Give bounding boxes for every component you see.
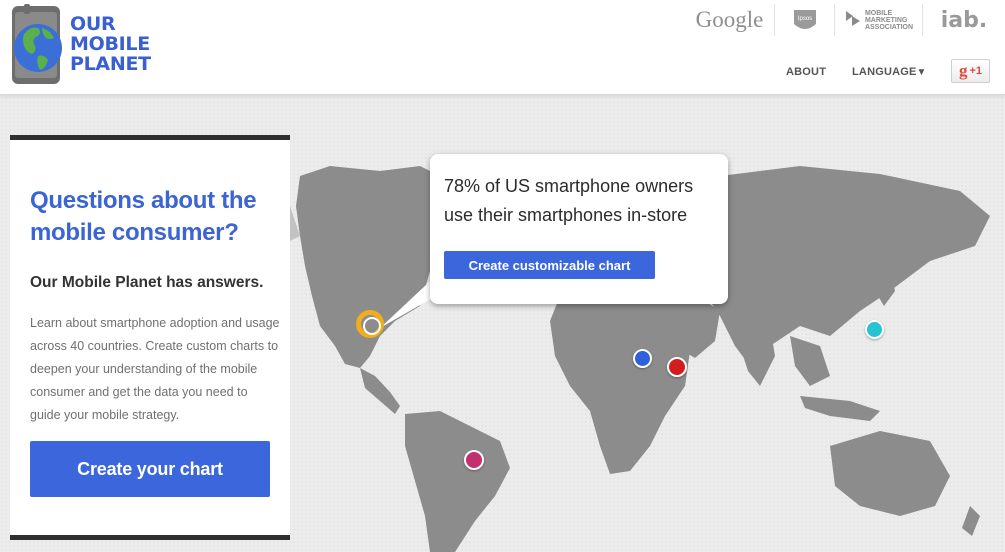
mma-line-2: MARKETING	[864, 16, 908, 24]
australia	[830, 431, 950, 516]
nav-about[interactable]: ABOUT	[786, 66, 826, 78]
nav-language-label: LANGUAGE	[852, 66, 917, 78]
south-america	[405, 411, 510, 552]
india	[735, 326, 775, 386]
iab-logo[interactable]: iab.	[923, 4, 1005, 36]
page-title: Questions about the mobile consumer?	[30, 187, 257, 246]
logo-line-1: OUR	[70, 13, 116, 35]
ipsos-logo[interactable]: Ipsos	[775, 4, 835, 36]
indonesia	[800, 396, 880, 421]
site-header: OUR MOBILE PLANET Google Ipsos MOBILE MA…	[0, 0, 1005, 95]
logo-line-2: MOBILE	[70, 33, 150, 55]
logo-line-3: PLANET	[70, 53, 151, 75]
our-mobile-planet-logo[interactable]: OUR MOBILE PLANET	[10, 4, 180, 86]
google-plus-icon: g	[958, 61, 968, 80]
central-america	[360, 368, 400, 414]
map-marker-blue[interactable]	[633, 349, 652, 368]
new-zealand	[962, 506, 980, 536]
create-customizable-chart-button[interactable]: Create customizable chart	[444, 251, 655, 279]
mma-line-3: ASSOCIATION	[864, 23, 914, 31]
phone-globe-icon	[12, 4, 62, 84]
stat-callout: 78% of US smartphone owners use their sm…	[430, 154, 728, 304]
map-marker-us[interactable]	[356, 310, 384, 338]
mma-line-1: MOBILE	[864, 9, 893, 17]
mma-icon	[845, 11, 860, 26]
ipsos-text: Ipsos	[797, 16, 811, 22]
google-plus-one-button[interactable]: g +1	[951, 59, 990, 83]
intro-panel: Questions about the mobile consumer? Our…	[10, 135, 290, 540]
logo-wordmark: OUR MOBILE PLANET	[70, 14, 151, 74]
ipsos-icon: Ipsos	[793, 10, 816, 29]
chevron-down-icon: ▼	[916, 67, 927, 78]
plus-one-label: +1	[969, 65, 983, 77]
mma-logo[interactable]: MOBILE MARKETING ASSOCIATION	[835, 4, 923, 36]
create-your-chart-button[interactable]: Create your chart	[30, 441, 270, 497]
nav-language-dropdown[interactable]: LANGUAGE▼	[852, 66, 927, 78]
map-marker-cyan[interactable]	[865, 320, 884, 339]
google-logo[interactable]: Google	[685, 4, 775, 36]
callout-stat-text: 78% of US smartphone owners use their sm…	[444, 176, 694, 225]
partner-logos: Google Ipsos MOBILE MARKETING ASSOCIATIO…	[685, 0, 1005, 40]
southeast-asia	[790, 336, 830, 386]
map-marker-red[interactable]	[667, 357, 687, 377]
panel-description: Learn about smartphone adoption and usag…	[30, 316, 280, 422]
map-marker-magenta[interactable]	[464, 450, 484, 470]
panel-subtitle: Our Mobile Planet has answers.	[30, 274, 264, 291]
